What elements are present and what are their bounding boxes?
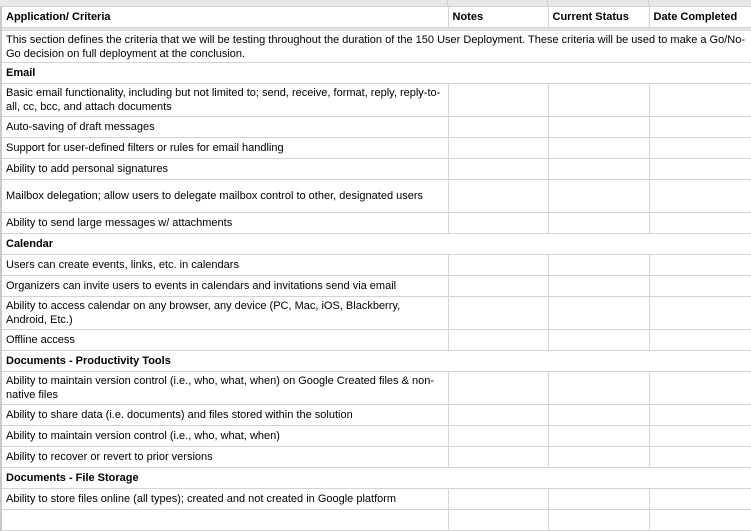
criteria-cell[interactable]: Ability to maintain version control (i.e… — [0, 371, 449, 405]
status-cell[interactable] — [547, 404, 650, 426]
date-completed-cell[interactable] — [648, 425, 751, 447]
criteria-row: Ability to send large messages w/ attach… — [0, 212, 751, 234]
date-completed-cell[interactable] — [648, 509, 751, 531]
notes-cell[interactable] — [447, 83, 549, 117]
date-completed-cell[interactable] — [648, 488, 751, 510]
notes-cell[interactable] — [447, 158, 549, 180]
status-cell[interactable] — [547, 83, 650, 117]
date-completed-cell[interactable] — [648, 275, 751, 297]
criteria-row: Ability to maintain version control (i.e… — [0, 371, 751, 405]
status-cell[interactable] — [547, 179, 650, 213]
notes-cell[interactable] — [447, 329, 549, 351]
date-completed-cell[interactable] — [648, 116, 751, 138]
section-title[interactable]: Documents - File Storage — [0, 467, 751, 489]
criteria-row: Ability to store files online (all types… — [0, 488, 751, 510]
criteria-cell[interactable]: Ability to maintain version control (i.e… — [0, 425, 449, 447]
criteria-cell[interactable]: Ability to access calendar on any browse… — [0, 296, 449, 330]
notes-cell[interactable] — [447, 116, 549, 138]
criteria-cell[interactable]: Support for user-defined filters or rule… — [0, 137, 449, 159]
section-row: Email — [0, 62, 751, 84]
status-cell[interactable] — [547, 446, 650, 468]
status-cell[interactable] — [547, 254, 650, 276]
notes-cell[interactable] — [447, 404, 549, 426]
notes-cell[interactable] — [447, 212, 549, 234]
criteria-cell[interactable]: Organizers can invite users to events in… — [0, 275, 449, 297]
status-cell[interactable] — [547, 488, 650, 510]
date-completed-cell[interactable] — [648, 158, 751, 180]
notes-cell[interactable] — [447, 425, 549, 447]
date-completed-cell[interactable] — [648, 254, 751, 276]
date-completed-cell[interactable] — [648, 329, 751, 351]
notes-cell[interactable] — [447, 488, 549, 510]
notes-cell[interactable] — [447, 446, 549, 468]
criteria-cell[interactable]: Ability to share data (i.e. documents) a… — [0, 404, 449, 426]
status-cell[interactable] — [547, 425, 650, 447]
criteria-cell[interactable]: Offline access — [0, 329, 449, 351]
section-title[interactable]: Email — [0, 62, 751, 84]
section-row: Calendar — [0, 233, 751, 255]
criteria-cell[interactable]: Ability to send large messages w/ attach… — [0, 212, 449, 234]
date-completed-cell[interactable] — [648, 404, 751, 426]
notes-cell[interactable] — [447, 275, 549, 297]
status-cell[interactable] — [547, 329, 650, 351]
criteria-row: Ability to add personal signatures — [0, 158, 751, 180]
criteria-cell[interactable]: Ability to add personal signatures — [0, 158, 449, 180]
criteria-row: Mailbox delegation; allow users to deleg… — [0, 179, 751, 213]
notes-cell[interactable] — [447, 137, 549, 159]
intro-text[interactable]: This section defines the criteria that w… — [0, 30, 751, 63]
header-current-status[interactable]: Current Status — [547, 6, 650, 28]
notes-cell[interactable] — [447, 179, 549, 213]
criteria-cell[interactable]: Basic email functionality, including but… — [0, 83, 449, 117]
criteria-row: Basic email functionality, including but… — [0, 83, 751, 117]
criteria-row: Offline access — [0, 329, 751, 351]
date-completed-cell[interactable] — [648, 296, 751, 330]
criteria-row — [0, 509, 751, 531]
intro-row: This section defines the criteria that w… — [0, 30, 751, 63]
criteria-cell[interactable] — [0, 509, 449, 531]
status-cell[interactable] — [547, 212, 650, 234]
notes-cell[interactable] — [447, 296, 549, 330]
criteria-cell[interactable]: Ability to store files online (all types… — [0, 488, 449, 510]
criteria-row: Ability to share data (i.e. documents) a… — [0, 404, 751, 426]
section-row: Documents - Productivity Tools — [0, 350, 751, 372]
criteria-cell[interactable]: Mailbox delegation; allow users to deleg… — [0, 179, 449, 213]
section-title[interactable]: Calendar — [0, 233, 751, 255]
date-completed-cell[interactable] — [648, 371, 751, 405]
notes-cell[interactable] — [447, 371, 549, 405]
date-completed-cell[interactable] — [648, 83, 751, 117]
header-date-completed[interactable]: Date Completed — [648, 6, 751, 28]
status-cell[interactable] — [547, 509, 650, 531]
criteria-cell[interactable]: Users can create events, links, etc. in … — [0, 254, 449, 276]
criteria-row: Ability to access calendar on any browse… — [0, 296, 751, 330]
section-title[interactable]: Documents - Productivity Tools — [0, 350, 751, 372]
criteria-row: Ability to recover or revert to prior ve… — [0, 446, 751, 468]
status-cell[interactable] — [547, 158, 650, 180]
date-completed-cell[interactable] — [648, 446, 751, 468]
status-cell[interactable] — [547, 296, 650, 330]
status-cell[interactable] — [547, 137, 650, 159]
criteria-row: Support for user-defined filters or rule… — [0, 137, 751, 159]
criteria-row: Organizers can invite users to events in… — [0, 275, 751, 297]
section-row: Documents - File Storage — [0, 467, 751, 489]
header-row: Application/ Criteria Notes Current Stat… — [0, 6, 751, 28]
criteria-sheet: Application/ Criteria Notes Current Stat… — [0, 6, 751, 531]
status-cell[interactable] — [547, 116, 650, 138]
criteria-row: Ability to maintain version control (i.e… — [0, 425, 751, 447]
header-application-criteria[interactable]: Application/ Criteria — [0, 6, 449, 28]
date-completed-cell[interactable] — [648, 137, 751, 159]
notes-cell[interactable] — [447, 509, 549, 531]
criteria-row: Auto-saving of draft messages — [0, 116, 751, 138]
criteria-row: Users can create events, links, etc. in … — [0, 254, 751, 276]
date-completed-cell[interactable] — [648, 179, 751, 213]
criteria-cell[interactable]: Auto-saving of draft messages — [0, 116, 449, 138]
criteria-cell[interactable]: Ability to recover or revert to prior ve… — [0, 446, 449, 468]
status-cell[interactable] — [547, 371, 650, 405]
date-completed-cell[interactable] — [648, 212, 751, 234]
status-cell[interactable] — [547, 275, 650, 297]
header-notes[interactable]: Notes — [447, 6, 549, 28]
notes-cell[interactable] — [447, 254, 549, 276]
